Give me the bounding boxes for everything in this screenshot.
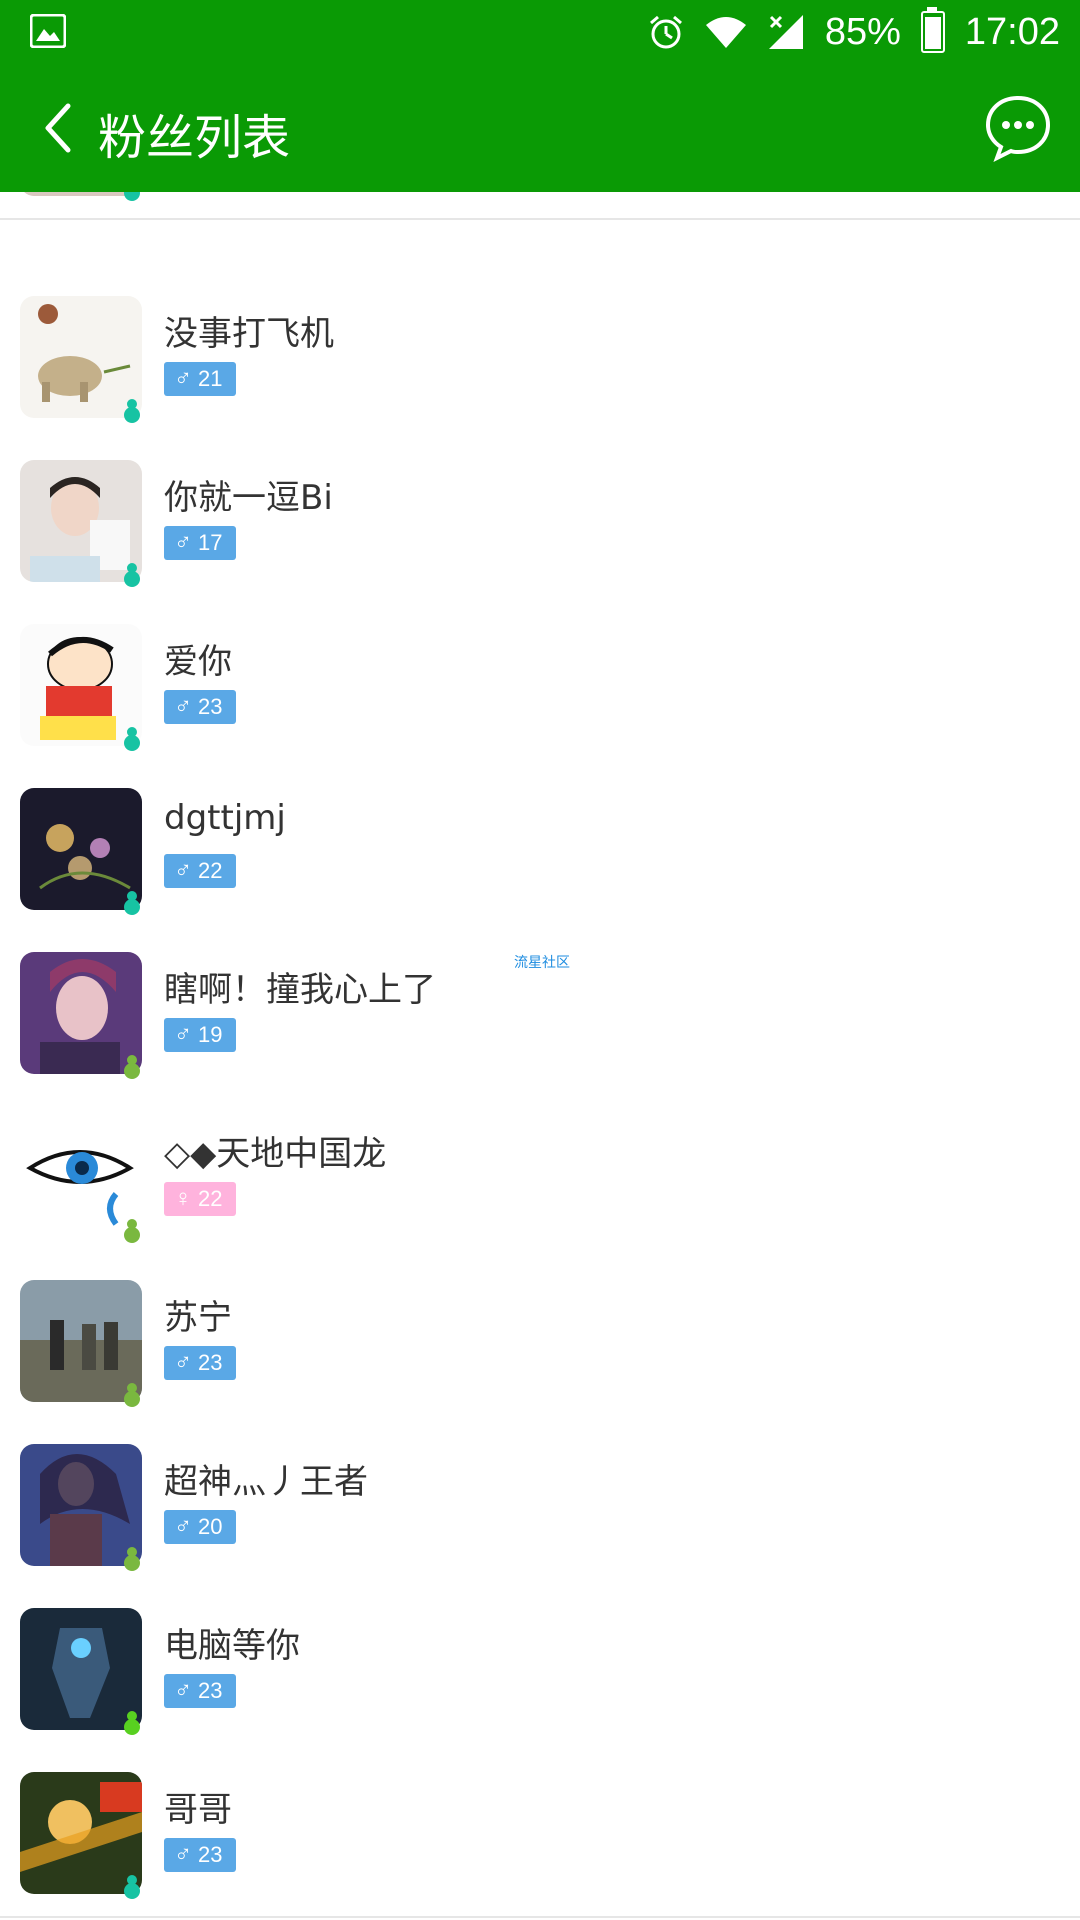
gender-age-tag: ♂ 19 [164, 1018, 236, 1052]
status-bar: 85% 17:02 [0, 0, 1080, 64]
gourd-badge-icon [124, 1055, 140, 1079]
page-title: 粉丝列表 [98, 110, 291, 166]
battery-icon [920, 7, 945, 53]
gender-age-tag: ♂ 23 [164, 690, 236, 724]
app-header: 85% 17:02 粉丝列表 [0, 0, 1080, 192]
message-icon[interactable] [984, 94, 1052, 162]
gourd-badge-icon [124, 1547, 140, 1571]
male-icon: ♂ [174, 1513, 192, 1540]
toolbar: 粉丝列表 [0, 64, 1080, 192]
female-icon: ♀ [174, 1185, 192, 1212]
gourd-badge-icon [124, 727, 140, 751]
male-icon: ♂ [174, 1841, 192, 1868]
gourd-badge-icon [124, 1711, 140, 1735]
gender-age-tag: ♂ 17 [164, 526, 236, 560]
male-icon: ♂ [174, 857, 192, 884]
gender-age-tag: ♂ 23 [164, 1838, 236, 1872]
user-name: ◇◆天地中国龙 [164, 1134, 387, 1174]
gourd-badge-icon [124, 1875, 140, 1899]
gender-age-tag: ♀ 22 [164, 1182, 236, 1216]
user-name: 电脑等你 [164, 1626, 300, 1666]
male-icon: ♂ [174, 693, 192, 720]
gallery-notification-icon [30, 14, 66, 48]
wifi-icon [705, 17, 746, 48]
male-icon: ♂ [174, 1349, 192, 1376]
user-name: 超神灬丿王者 [164, 1462, 368, 1502]
user-name: 你就一逗Bi [164, 478, 333, 518]
watermark-text: 流星社区 [514, 955, 570, 971]
list-item[interactable]: 电脑等你 ♂ 23 [0, 1588, 1080, 1754]
gender-age-tag: ♂ 23 [164, 1346, 236, 1380]
user-name: 爱你 [164, 642, 232, 682]
user-name: 没事打飞机 [164, 314, 334, 354]
user-name: dgttjmj [164, 798, 286, 838]
gender-age-tag: ♂ 23 [164, 1674, 236, 1708]
list-item[interactable]: 爱你 ♂ 23 [0, 604, 1080, 770]
list-item[interactable]: 苏宁 ♂ 23 [0, 1260, 1080, 1426]
male-icon: ♂ [174, 1021, 192, 1048]
gourd-badge-icon [124, 563, 140, 587]
alarm-icon [649, 15, 682, 49]
user-name: 苏宁 [164, 1298, 232, 1338]
list-item[interactable]: 你就一逗Bi ♂ 17 [0, 440, 1080, 606]
battery-percent: 85% [824, 10, 901, 53]
male-icon: ♂ [174, 529, 192, 556]
clock: 17:02 [964, 10, 1060, 53]
list-item[interactable]: 哥哥 ♂ 23 [0, 1752, 1080, 1918]
gourd-badge-icon [124, 891, 140, 915]
gourd-badge-icon [124, 1383, 140, 1407]
gender-age-tag: ♂ 21 [164, 362, 236, 396]
user-name: 瞎啊！撞我心上了 [164, 970, 436, 1010]
gourd-badge-icon [124, 399, 140, 423]
user-name: 哥哥 [164, 1790, 232, 1830]
cellular-signal-icon [768, 15, 803, 49]
gourd-badge-icon [124, 1219, 140, 1243]
gender-age-tag: ♂ 20 [164, 1510, 236, 1544]
list-item[interactable]: dgttjmj ♂ 22 [0, 768, 1080, 934]
list-item[interactable]: 没事打飞机 ♂ 21 [0, 276, 1080, 442]
male-icon: ♂ [174, 1677, 192, 1704]
list-item[interactable]: ◇◆天地中国龙 ♀ 22 [0, 1096, 1080, 1262]
gender-age-tag: ♂ 22 [164, 854, 236, 888]
male-icon: ♂ [174, 365, 192, 392]
back-arrow-icon[interactable] [40, 100, 74, 156]
list-item[interactable]: 超神灬丿王者 ♂ 20 [0, 1424, 1080, 1590]
